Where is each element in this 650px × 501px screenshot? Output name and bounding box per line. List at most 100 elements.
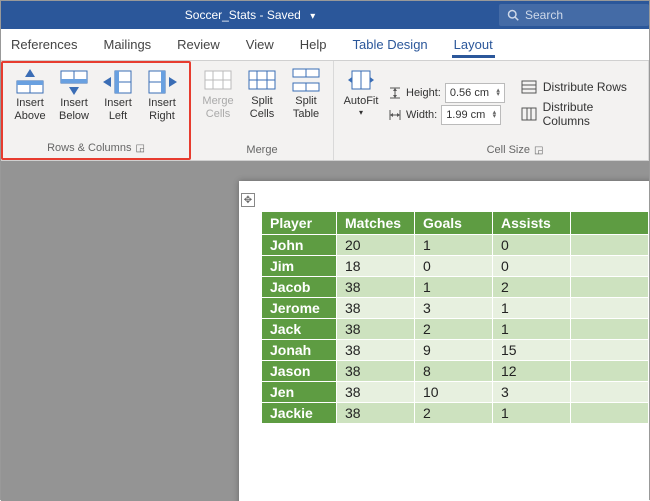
width-input[interactable]: 1.99 cm ▴▾ bbox=[441, 105, 501, 125]
cell-trailing[interactable] bbox=[571, 403, 649, 424]
cell-goals[interactable]: 1 bbox=[415, 277, 493, 298]
distribute-rows-button[interactable]: Distribute Rows bbox=[521, 80, 642, 94]
cell-goals[interactable]: 10 bbox=[415, 382, 493, 403]
table-row[interactable]: Jack3821 bbox=[262, 319, 649, 340]
cell-matches[interactable]: 38 bbox=[337, 319, 415, 340]
spinner-arrows-icon[interactable]: ▴▾ bbox=[493, 111, 497, 118]
tab-mailings[interactable]: Mailings bbox=[101, 31, 153, 60]
cell-assists[interactable]: 3 bbox=[493, 382, 571, 403]
document-area[interactable]: ✥ Player Matches Goals Assists John2010J… bbox=[1, 161, 649, 501]
ribbon-tabs: References Mailings Review View Help Tab… bbox=[1, 29, 649, 61]
autofit-icon bbox=[346, 67, 376, 93]
cell-goals[interactable]: 0 bbox=[415, 256, 493, 277]
group-label-rows-columns: Rows & Columns bbox=[47, 142, 131, 154]
split-table-icon bbox=[291, 67, 321, 93]
cell-player[interactable]: Jacob bbox=[262, 277, 337, 298]
insert-right-button[interactable]: Insert Right bbox=[141, 67, 183, 140]
cell-goals[interactable]: 3 bbox=[415, 298, 493, 319]
cell-goals[interactable]: 8 bbox=[415, 361, 493, 382]
cell-assists[interactable]: 0 bbox=[493, 235, 571, 256]
table-row[interactable]: Jackie3821 bbox=[262, 403, 649, 424]
cell-trailing[interactable] bbox=[571, 298, 649, 319]
split-cells-button[interactable]: Split Cells bbox=[241, 65, 283, 142]
insert-left-button[interactable]: Insert Left bbox=[97, 67, 139, 140]
cell-matches[interactable]: 38 bbox=[337, 403, 415, 424]
cell-matches[interactable]: 20 bbox=[337, 235, 415, 256]
cell-player[interactable]: Jason bbox=[262, 361, 337, 382]
insert-below-button[interactable]: Insert Below bbox=[53, 67, 95, 140]
cell-player[interactable]: Jen bbox=[262, 382, 337, 403]
tab-table-design[interactable]: Table Design bbox=[351, 31, 430, 60]
cell-matches[interactable]: 38 bbox=[337, 382, 415, 403]
cell-assists[interactable]: 2 bbox=[493, 277, 571, 298]
cell-goals[interactable]: 2 bbox=[415, 319, 493, 340]
height-input[interactable]: 0.56 cm ▴▾ bbox=[445, 83, 505, 103]
cell-player[interactable]: John bbox=[262, 235, 337, 256]
cell-assists[interactable]: 1 bbox=[493, 403, 571, 424]
col-header[interactable] bbox=[571, 212, 649, 235]
cell-player[interactable]: Jonah bbox=[262, 340, 337, 361]
col-width-icon bbox=[388, 108, 402, 122]
group-label-cell-size: Cell Size bbox=[487, 144, 530, 156]
tab-references[interactable]: References bbox=[9, 31, 79, 60]
cell-assists[interactable]: 15 bbox=[493, 340, 571, 361]
cell-goals[interactable]: 2 bbox=[415, 403, 493, 424]
tab-view[interactable]: View bbox=[244, 31, 276, 60]
table-row[interactable]: Jason38812 bbox=[262, 361, 649, 382]
merge-cells-button: Merge Cells bbox=[197, 65, 239, 142]
col-header[interactable]: Assists bbox=[493, 212, 571, 235]
autofit-button[interactable]: AutoFit ▾ bbox=[340, 65, 382, 142]
insert-above-button[interactable]: Insert Above bbox=[9, 67, 51, 140]
cell-trailing[interactable] bbox=[571, 235, 649, 256]
cell-assists[interactable]: 1 bbox=[493, 298, 571, 319]
cell-player[interactable]: Jerome bbox=[262, 298, 337, 319]
cell-trailing[interactable] bbox=[571, 361, 649, 382]
cell-trailing[interactable] bbox=[571, 256, 649, 277]
cell-goals[interactable]: 1 bbox=[415, 235, 493, 256]
data-table[interactable]: Player Matches Goals Assists John2010Jim… bbox=[261, 211, 649, 424]
table-row[interactable]: John2010 bbox=[262, 235, 649, 256]
cell-trailing[interactable] bbox=[571, 319, 649, 340]
table-row[interactable]: Jerome3831 bbox=[262, 298, 649, 319]
page[interactable]: ✥ Player Matches Goals Assists John2010J… bbox=[239, 181, 649, 501]
tab-help[interactable]: Help bbox=[298, 31, 329, 60]
insert-left-icon bbox=[103, 69, 133, 95]
cell-assists[interactable]: 0 bbox=[493, 256, 571, 277]
split-table-button[interactable]: Split Table bbox=[285, 65, 327, 142]
col-header[interactable]: Player bbox=[262, 212, 337, 235]
table-row[interactable]: Jonah38915 bbox=[262, 340, 649, 361]
table-row[interactable]: Jacob3812 bbox=[262, 277, 649, 298]
title-dropdown-icon[interactable]: ▾ bbox=[310, 11, 315, 22]
search-box[interactable]: Search bbox=[499, 4, 649, 26]
cell-assists[interactable]: 12 bbox=[493, 361, 571, 382]
cell-assists[interactable]: 1 bbox=[493, 319, 571, 340]
table-row[interactable]: Jen38103 bbox=[262, 382, 649, 403]
cell-goals[interactable]: 9 bbox=[415, 340, 493, 361]
cell-trailing[interactable] bbox=[571, 382, 649, 403]
col-header[interactable]: Goals bbox=[415, 212, 493, 235]
group-label-merge: Merge bbox=[197, 142, 327, 158]
tab-layout[interactable]: Layout bbox=[452, 31, 495, 60]
cell-matches[interactable]: 38 bbox=[337, 277, 415, 298]
table-row[interactable]: Jim1800 bbox=[262, 256, 649, 277]
distribute-columns-button[interactable]: Distribute Columns bbox=[521, 100, 642, 128]
cell-player[interactable]: Jim bbox=[262, 256, 337, 277]
cell-player[interactable]: Jackie bbox=[262, 403, 337, 424]
tab-review[interactable]: Review bbox=[175, 31, 222, 60]
cell-matches[interactable]: 18 bbox=[337, 256, 415, 277]
search-icon bbox=[507, 9, 519, 21]
dialog-launcher-icon[interactable]: ◲ bbox=[135, 143, 144, 154]
table-move-handle[interactable]: ✥ bbox=[241, 193, 255, 207]
cell-player[interactable]: Jack bbox=[262, 319, 337, 340]
distribute-rows-icon bbox=[521, 80, 537, 94]
cell-matches[interactable]: 38 bbox=[337, 298, 415, 319]
spinner-arrows-icon[interactable]: ▴▾ bbox=[496, 89, 500, 96]
table-header-row[interactable]: Player Matches Goals Assists bbox=[262, 212, 649, 235]
cell-matches[interactable]: 38 bbox=[337, 361, 415, 382]
group-merge: Merge Cells Split Cells Split Table Merg… bbox=[191, 61, 334, 160]
dialog-launcher-icon[interactable]: ◲ bbox=[534, 145, 543, 156]
cell-matches[interactable]: 38 bbox=[337, 340, 415, 361]
cell-trailing[interactable] bbox=[571, 340, 649, 361]
cell-trailing[interactable] bbox=[571, 277, 649, 298]
col-header[interactable]: Matches bbox=[337, 212, 415, 235]
